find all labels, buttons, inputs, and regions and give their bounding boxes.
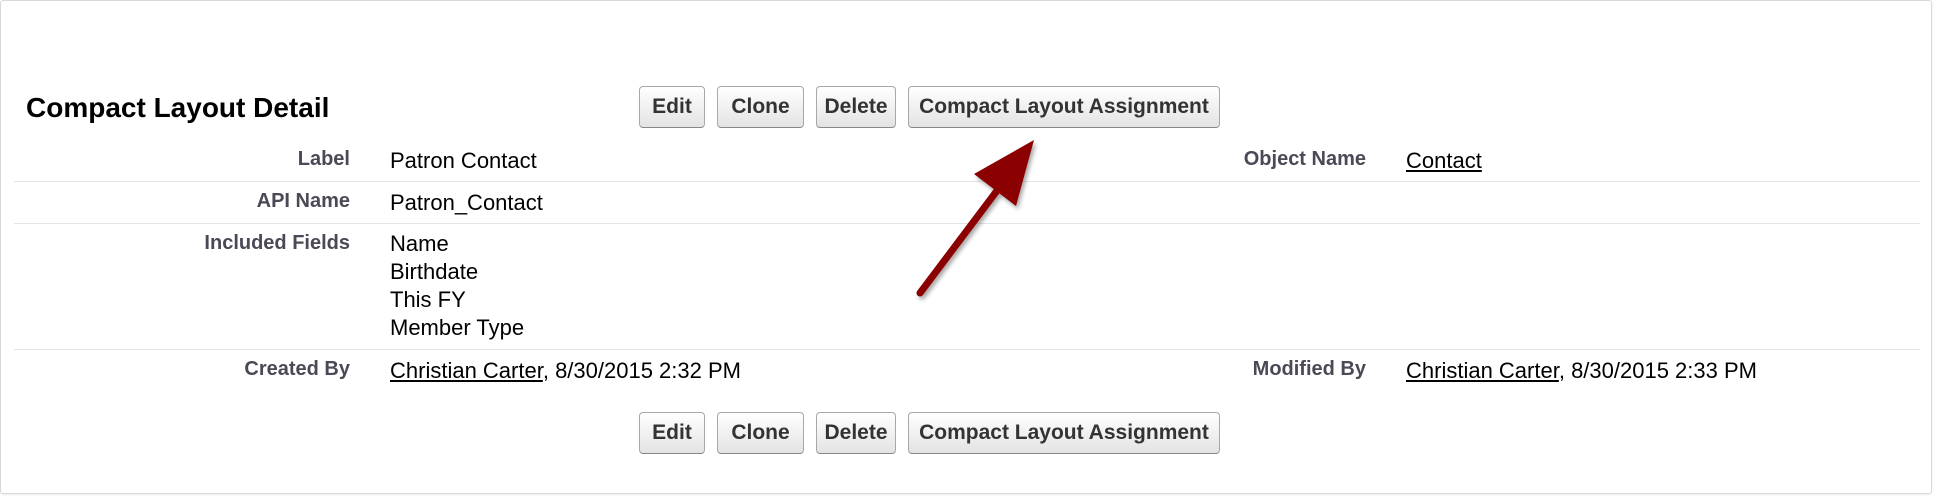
page-title: Compact Layout Detail (26, 92, 330, 123)
included-field-item: This FY (390, 287, 466, 312)
api-name-label: API Name (256, 190, 350, 212)
row-divider (14, 349, 1920, 350)
row-divider (14, 223, 1920, 224)
api-name-value: Patron_Contact (390, 190, 543, 215)
included-field-item: Birthdate (390, 259, 479, 284)
created-by-user-link[interactable]: Christian Carter (390, 358, 543, 383)
included-field-item: Member Type (390, 315, 525, 340)
row-divider (14, 181, 1920, 182)
label-field-label: Label (297, 148, 350, 170)
edit-button[interactable]: Edit (639, 412, 705, 454)
included-field-item: Name (390, 231, 449, 256)
clone-button[interactable]: Clone (717, 412, 804, 454)
label-field-value: Patron Contact (390, 148, 537, 173)
created-by-date: , 8/30/2015 2:32 PM (542, 358, 741, 383)
created-by-value: Christian Carter, 8/30/2015 2:32 PM (390, 358, 741, 384)
compact-layout-assignment-button[interactable]: Compact Layout Assignment (908, 86, 1220, 128)
bottom-button-bar: Edit Clone Delete Compact Layout Assignm… (639, 412, 1220, 454)
edit-button[interactable]: Edit (639, 86, 705, 128)
modified-by-value: Christian Carter, 8/30/2015 2:33 PM (1406, 358, 1757, 384)
delete-button[interactable]: Delete (816, 412, 896, 454)
modified-by-user-link[interactable]: Christian Carter (1406, 358, 1559, 383)
compact-layout-assignment-button[interactable]: Compact Layout Assignment (908, 412, 1220, 454)
delete-button[interactable]: Delete (816, 86, 896, 128)
modified-by-date: , 8/30/2015 2:33 PM (1558, 358, 1757, 383)
modified-by-label: Modified By (1252, 358, 1366, 380)
included-fields-list: Name Birthdate This FY Member Type (390, 230, 524, 342)
object-name-label: Object Name (1243, 148, 1366, 170)
top-button-bar: Edit Clone Delete Compact Layout Assignm… (639, 86, 1220, 128)
object-name-link[interactable]: Contact (1406, 148, 1482, 173)
object-name-value: Contact (1406, 148, 1482, 174)
created-by-label: Created By (244, 358, 350, 380)
clone-button[interactable]: Clone (717, 86, 804, 128)
included-fields-label: Included Fields (204, 232, 350, 254)
